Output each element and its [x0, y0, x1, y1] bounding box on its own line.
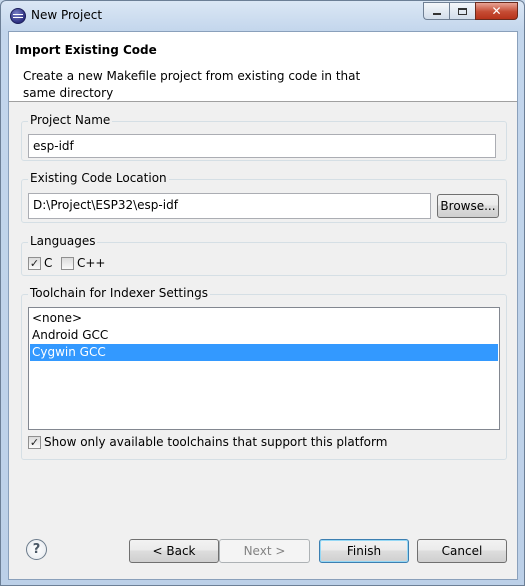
code-location-input[interactable]: D:\Project\ESP32\esp-idf	[28, 193, 431, 219]
toolchain-list[interactable]: <none> Android GCC Cygwin GCC	[28, 307, 500, 430]
title-bar[interactable]: New Project ✕	[1, 1, 524, 31]
show-available-toolchains-checkbox[interactable]: ✓	[28, 436, 41, 449]
finish-button[interactable]: Finish	[319, 539, 409, 563]
dialog-window: New Project ✕ Import Existing Code Creat…	[0, 0, 525, 586]
window-controls: ✕	[423, 2, 518, 20]
maximize-button[interactable]	[449, 2, 475, 20]
wizard-banner: Import Existing Code Create a new Makefi…	[9, 32, 517, 102]
help-icon[interactable]: ?	[26, 539, 47, 560]
eclipse-icon	[10, 8, 26, 24]
show-available-toolchains-label: Show only available toolchains that supp…	[44, 435, 388, 449]
c-language-label: C	[44, 256, 53, 270]
minimize-button[interactable]	[423, 2, 449, 20]
next-button[interactable]: Next >	[219, 539, 310, 563]
close-icon: ✕	[491, 4, 502, 18]
page-title: Import Existing Code	[15, 43, 157, 57]
dialog-body: Import Existing Code Create a new Makefi…	[8, 31, 518, 580]
languages-label: Languages	[28, 234, 98, 248]
toolchain-label: Toolchain for Indexer Settings	[28, 286, 210, 300]
back-button[interactable]: < Back	[129, 539, 219, 563]
cancel-button[interactable]: Cancel	[417, 539, 507, 563]
project-name-label: Project Name	[28, 113, 113, 127]
cpp-language-label: C++	[77, 256, 106, 270]
close-button[interactable]: ✕	[475, 2, 518, 20]
toolchain-option-cygwin-gcc[interactable]: Cygwin GCC	[30, 344, 498, 361]
project-name-input[interactable]: esp-idf	[28, 134, 496, 158]
minimize-icon	[432, 13, 441, 15]
window-title: New Project	[31, 8, 103, 22]
page-description: Create a new Makefile project from exist…	[23, 69, 361, 100]
c-language-checkbox[interactable]: ✓	[28, 257, 41, 270]
code-location-label: Existing Code Location	[28, 171, 169, 185]
browse-button[interactable]: Browse...	[437, 194, 499, 218]
toolchain-option-none[interactable]: <none>	[30, 310, 498, 327]
maximize-icon	[458, 7, 467, 15]
toolchain-option-android-gcc[interactable]: Android GCC	[30, 327, 498, 344]
cpp-language-checkbox[interactable]	[61, 257, 74, 270]
